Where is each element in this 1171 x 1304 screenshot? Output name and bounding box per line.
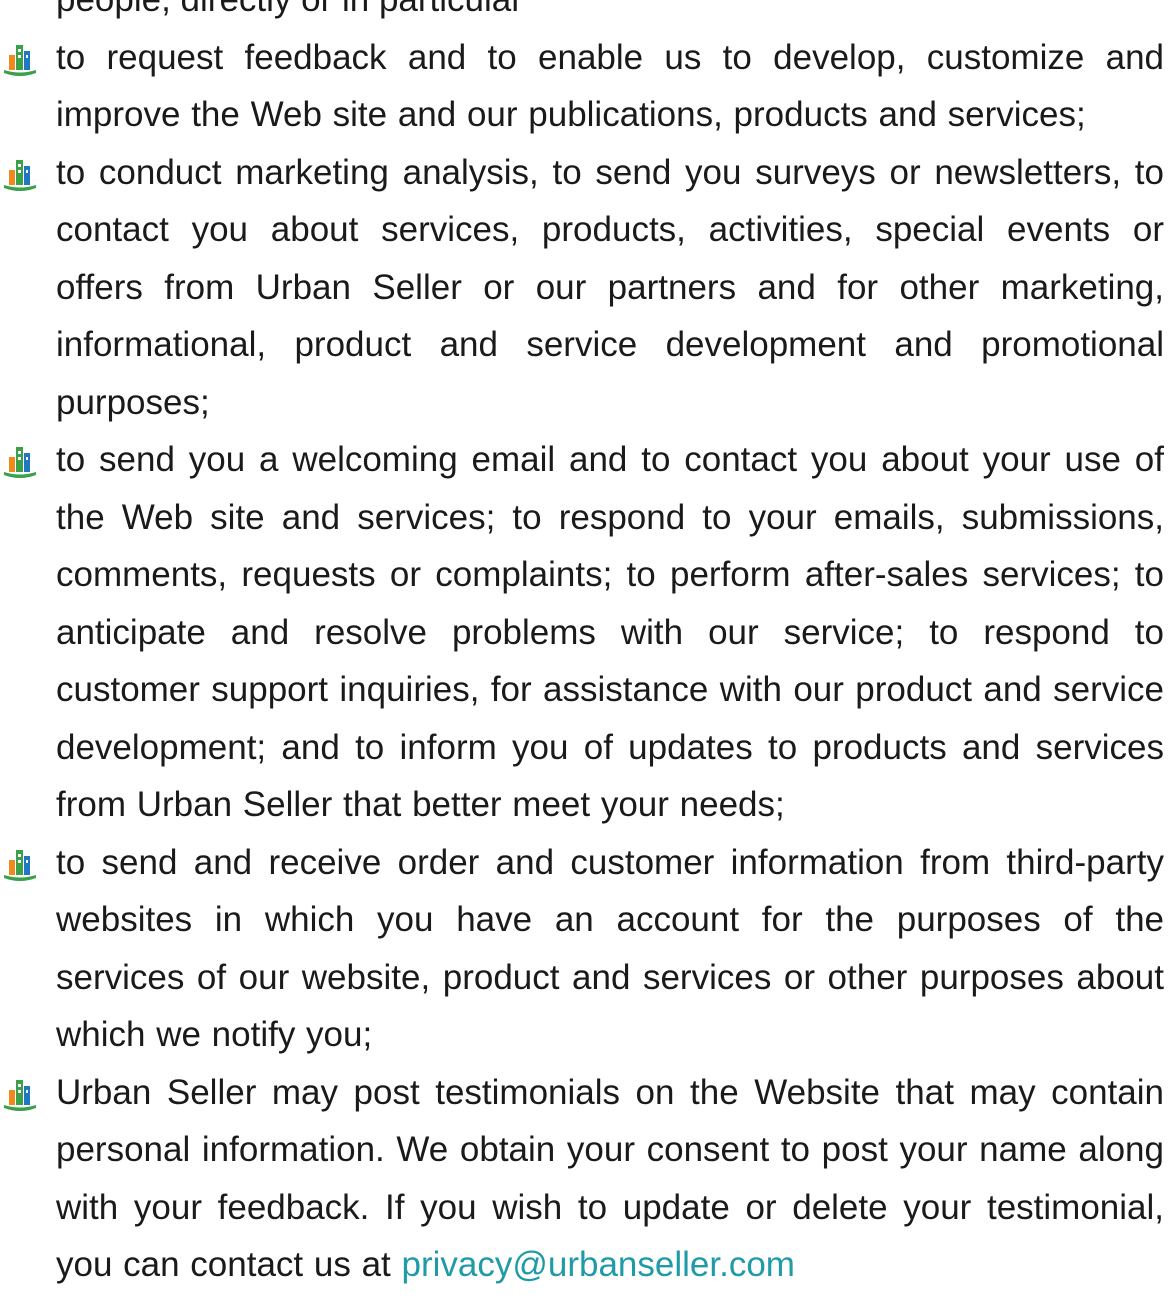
privacy-email-link[interactable]: privacy@urbanseller.com: [401, 1245, 794, 1284]
top-partial-line: people, directly or in particular: [56, 0, 1164, 29]
list-item: to conduct marketing analysis, to send y…: [0, 144, 1164, 432]
list-item-text: to request feedback and to enable us to …: [56, 37, 1164, 135]
city-buildings-icon: [4, 1079, 36, 1111]
list-item: to request feedback and to enable us to …: [0, 29, 1164, 144]
document-page: people, directly or in particular to req…: [0, 0, 1171, 1294]
list-item-text: to send and receive order and customer i…: [56, 842, 1164, 1055]
city-buildings-icon: [4, 44, 36, 76]
city-buildings-icon: [4, 447, 36, 478]
city-buildings-icon: [4, 849, 36, 881]
list-item-text: to send you a welcoming email and to con…: [56, 440, 1164, 824]
list-item: to send you a welcoming email and to con…: [0, 431, 1164, 834]
list-item: to send and receive order and customer i…: [0, 834, 1164, 1064]
city-buildings-icon: [4, 159, 36, 191]
list-item: Urban Seller may post testimonials on th…: [0, 1064, 1164, 1294]
list-item-text: to conduct marketing analysis, to send y…: [56, 152, 1164, 422]
